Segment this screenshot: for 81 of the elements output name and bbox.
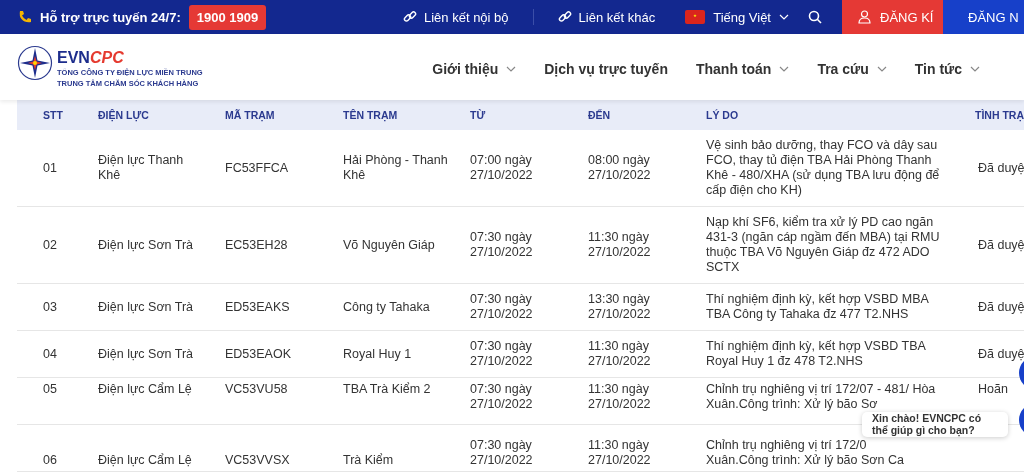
chevron-icon bbox=[779, 66, 790, 72]
table-cell-text: 11:30 ngày 27/10/2022 bbox=[588, 438, 652, 468]
chevron-icon bbox=[506, 66, 517, 72]
table-cell-text: 11:30 ngày 27/10/2022 bbox=[588, 230, 652, 260]
table-cell-text: 07:30 ngày 27/10/2022 bbox=[470, 292, 534, 322]
table-cell-text: ED53EAOK bbox=[225, 346, 292, 362]
table-cell-text: Chỉnh trụ nghiêng vị trí 172/07 - 481/ Hòa Xuân.Công trình: Xử lý bão Sơ bbox=[706, 382, 937, 412]
table-cell-text: 13:30 ngày 27/10/2022 bbox=[588, 292, 652, 322]
table-cell-text: Vệ sinh bảo dưỡng, thay FCO và dây sau FCO, thay tủ điện TBA Hải Phòng Thanh Khê - 480/XHA (sử dụng TBA lưu động để cấp điện cho KH) bbox=[706, 138, 941, 198]
table-cell-text: 07:30 ngày 27/10/2022 bbox=[470, 230, 534, 260]
column-header: TỪ bbox=[470, 107, 487, 123]
table-cell-text: Đã duyệ bbox=[977, 346, 1024, 362]
table-cell-text: 07:30 ngày 27/10/2022 bbox=[470, 382, 534, 412]
phone-icon bbox=[17, 9, 33, 25]
link-icon bbox=[557, 10, 572, 24]
column-header: MÃ TRẠM bbox=[225, 107, 276, 123]
caret-icon bbox=[779, 14, 789, 20]
column-header: LÝ DO bbox=[706, 107, 740, 123]
table-cell-text: 05 bbox=[42, 382, 58, 397]
table-cell-text: Đã duyệ bbox=[977, 237, 1024, 253]
link-icon bbox=[403, 10, 417, 24]
table-cell-text: Điện lực Cẩm Lệ bbox=[98, 382, 193, 397]
table-cell-text: Võ Nguyên Giáp bbox=[343, 237, 436, 253]
table-cell-text: Điện lực Sơn Trà bbox=[98, 346, 195, 362]
hotline-badge[interactable]: 1900 1909 bbox=[188, 4, 267, 30]
table-cell-text: 02 bbox=[42, 237, 58, 253]
table-cell-text: Công ty Tahaka bbox=[343, 299, 431, 315]
table-cell-text: FC53FFCA bbox=[225, 160, 290, 176]
top-link[interactable]: Liên kết nội bộ bbox=[424, 9, 509, 25]
support-label: Hỗ trợ trực tuyến 24/7: bbox=[40, 9, 181, 25]
column-header: TÌNH TRẠ bbox=[975, 107, 1024, 123]
table-cell-text: Thí nghiệm định kỳ, kết hợp VSBD MBA TBA Công ty Tahaka đz 477 T2.NHS bbox=[706, 292, 930, 322]
nav-item[interactable]: Dịch vụ trực tuyến bbox=[544, 61, 668, 77]
table-cell-text: 08:00 ngày 27/10/2022 bbox=[588, 153, 652, 183]
user-icon bbox=[858, 10, 871, 24]
search-icon[interactable] bbox=[808, 10, 822, 24]
column-header: ĐIỆN LỰC bbox=[98, 107, 150, 123]
table-cell-text: Hoãn bbox=[977, 382, 1009, 397]
table-cell-text: VC53VVSX bbox=[225, 453, 291, 468]
table-cell-text: 03 bbox=[42, 299, 58, 315]
nav-item[interactable]: Giới thiệu bbox=[432, 61, 517, 77]
table-cell-text: TBA Trà Kiểm 2 bbox=[343, 382, 432, 397]
table-cell-text: 11:30 ngày 27/10/2022 bbox=[588, 382, 652, 412]
register-button[interactable]: ĐĂNG KÍ bbox=[842, 0, 943, 34]
chevron-icon bbox=[970, 66, 980, 72]
table-cell-text: Thí nghiệm định kỳ, kết hợp VSBD TBA Royal Huy 1 đz 478 T2.NHS bbox=[706, 339, 927, 369]
table-cell-text: EC53EH28 bbox=[225, 237, 289, 253]
table-cell-text: 04 bbox=[42, 346, 58, 362]
nav-item[interactable]: Tin tức bbox=[914, 61, 980, 77]
table-cell-text: VC53VU58 bbox=[225, 382, 289, 397]
logo-icon bbox=[17, 45, 53, 81]
column-header: STT bbox=[42, 107, 64, 123]
table-cell-text: 06 bbox=[42, 453, 58, 468]
flag-icon bbox=[685, 10, 706, 24]
table-cell-text: Điện lực Sơn Trà bbox=[98, 237, 195, 253]
top-link[interactable]: Liên kết khác bbox=[578, 9, 656, 25]
nav-item[interactable]: Thanh toán bbox=[695, 61, 790, 77]
table-cell-text: Chỉnh trụ nghiêng vị trí 172/0 Xuân.Công trình: Xử lý bão Sơn Ca bbox=[706, 438, 905, 468]
language-selector[interactable]: Tiếng Việt bbox=[713, 9, 771, 25]
login-button[interactable]: ĐĂNG N bbox=[943, 0, 1024, 34]
table-cell-text: Điện lực Thanh Khê bbox=[98, 153, 185, 183]
table-cell-text: Royal Huy 1 bbox=[343, 346, 413, 362]
nav-item[interactable]: Tra cứu bbox=[817, 61, 887, 77]
table-cell-text: ED53EAKS bbox=[225, 299, 291, 315]
table-cell-text: Đã duyệ bbox=[977, 160, 1024, 176]
column-header: ĐẾN bbox=[588, 107, 612, 123]
table-cell-text: Hải Phòng - Thanh Khê bbox=[343, 153, 449, 183]
chat-bubble: Xin chào! EVNCPC có thể giúp gì cho bạn? bbox=[862, 412, 1008, 437]
table-cell-text: 07:30 ngày 27/10/2022 bbox=[470, 438, 534, 468]
table-cell-text: Điện lực Cẩm Lệ bbox=[98, 453, 193, 468]
table-cell-text: Đã duyệ bbox=[977, 299, 1024, 315]
table-cell-text: Nạp khí SF6, kiểm tra xử lý PD cao ngăn 431-3 (ngăn cáp ngầm đến MBA) tại RMU thuộc TBA Võ Nguyên Giáp đz 472 ADO SCTX bbox=[706, 215, 941, 275]
table-cell-text: Trà Kiểm bbox=[343, 453, 395, 468]
table-cell-text: 07:30 ngày 27/10/2022 bbox=[470, 339, 534, 369]
column-header: TÊN TRẠM bbox=[343, 107, 399, 123]
brand-name: EVNCPC bbox=[57, 49, 125, 67]
chevron-icon bbox=[876, 66, 887, 72]
table-cell-text: 07:00 ngày 27/10/2022 bbox=[470, 153, 534, 183]
table-cell-text: Điện lực Sơn Trà bbox=[98, 299, 195, 315]
table-cell-text: 11:30 ngày 27/10/2022 bbox=[588, 339, 652, 369]
table-cell-text: 01 bbox=[42, 160, 58, 176]
